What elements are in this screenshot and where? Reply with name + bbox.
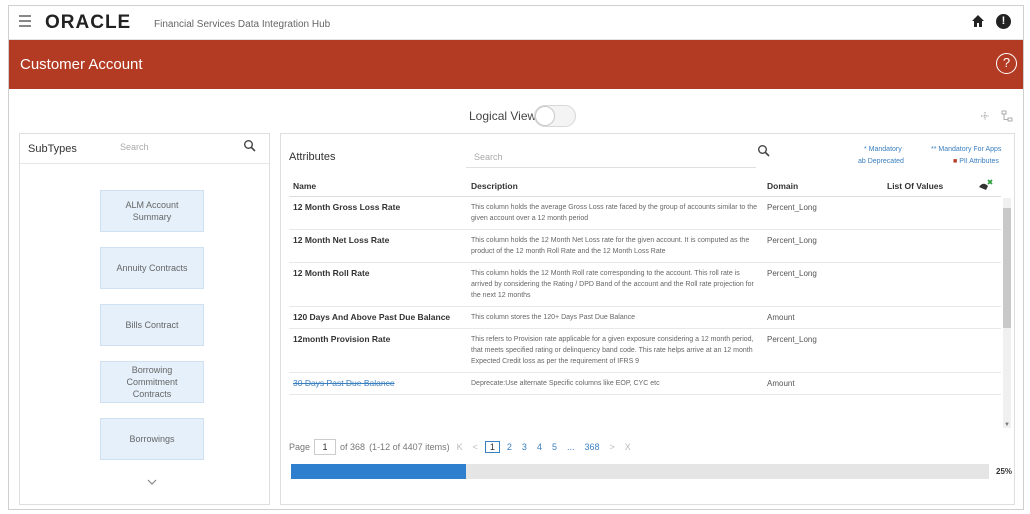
menu-icon[interactable] bbox=[19, 15, 31, 27]
attributes-search-input[interactable]: Search bbox=[466, 146, 756, 168]
search-icon[interactable] bbox=[757, 144, 771, 158]
table-header-row: Name Description Domain List Of Values bbox=[289, 176, 1001, 197]
scroll-down-arrow-icon[interactable]: ▼ bbox=[1003, 422, 1011, 430]
app-window: ORACLE Financial Services Data Integrati… bbox=[8, 5, 1024, 510]
attribute-name: 120 Days And Above Past Due Balance bbox=[289, 306, 467, 329]
attribute-name-deprecated[interactable]: 30 Days Past Due Balance bbox=[289, 372, 467, 395]
page-header: Customer Account ? bbox=[9, 40, 1023, 89]
attribute-lov bbox=[883, 229, 973, 263]
item-range: (1-12 of 4407 items) bbox=[369, 442, 450, 452]
attribute-description: Deprecate:Use alternate Specific columns… bbox=[467, 372, 763, 395]
attribute-description: This column holds the average Gross Loss… bbox=[467, 196, 763, 230]
subtypes-panel: SubTypes Search ALM Account Summary Annu… bbox=[19, 133, 270, 505]
page-link-5[interactable]: 5 bbox=[549, 442, 560, 452]
first-page-button[interactable]: K bbox=[454, 442, 466, 452]
attribute-domain: Amount bbox=[763, 372, 883, 395]
scrollbar-thumb[interactable] bbox=[1003, 208, 1011, 328]
attribute-domain: Amount bbox=[763, 306, 883, 329]
attribute-lov bbox=[883, 372, 973, 395]
pagination: Page 1 of 368 (1-12 of 4407 items) K < 1… bbox=[289, 439, 634, 455]
page-ellipsis: ... bbox=[566, 442, 575, 452]
logical-view-label: Logical View bbox=[469, 109, 537, 123]
attribute-domain: Percent_Long bbox=[763, 196, 883, 230]
attribute-domain: Percent_Long bbox=[763, 229, 883, 263]
attributes-label: Attributes bbox=[289, 151, 336, 163]
subtype-card[interactable]: ALM Account Summary bbox=[100, 190, 204, 232]
progress-fill bbox=[291, 464, 466, 479]
tree-view-icon[interactable] bbox=[1000, 109, 1014, 123]
page-link-4[interactable]: 4 bbox=[534, 442, 545, 452]
table-row[interactable]: 12 Month Roll Rate This column holds the… bbox=[289, 262, 1001, 307]
oracle-logo: ORACLE bbox=[45, 12, 132, 33]
attribute-lov bbox=[883, 262, 973, 307]
table-scrollbar[interactable] bbox=[1003, 198, 1011, 428]
attribute-domain: Percent_Long bbox=[763, 262, 883, 307]
legend-mandatory: * Mandatory bbox=[864, 146, 902, 153]
main-content: Logical View SubTypes Search ALM Account… bbox=[9, 89, 1023, 509]
last-page-button[interactable]: X bbox=[622, 442, 634, 452]
attribute-name: 12 Month Net Loss Rate bbox=[289, 229, 467, 263]
page-title: Customer Account bbox=[20, 56, 143, 73]
product-name: Financial Services Data Integration Hub bbox=[154, 19, 331, 30]
attribute-description: This column holds the 12 Month Roll rate… bbox=[467, 262, 763, 307]
page-link-3[interactable]: 3 bbox=[519, 442, 530, 452]
legend-pii-label: PII Attributes bbox=[959, 158, 999, 165]
prev-page-button[interactable]: < bbox=[470, 442, 481, 452]
page-link-last[interactable]: 368 bbox=[581, 442, 602, 452]
attribute-description: This column holds the 12 Month Net Loss … bbox=[467, 229, 763, 263]
page-number-input[interactable]: 1 bbox=[314, 439, 337, 455]
page-total: of 368 bbox=[340, 442, 366, 452]
info-icon[interactable]: ! bbox=[996, 14, 1011, 29]
legend-mandatory-apps: ** Mandatory For Apps bbox=[931, 146, 1002, 153]
attribute-domain: Percent_Long bbox=[763, 328, 883, 373]
legend-deprecated: ab Deprecated bbox=[858, 158, 904, 165]
attribute-description: This refers to Provision rate applicable… bbox=[467, 328, 763, 373]
top-bar: ORACLE Financial Services Data Integrati… bbox=[9, 6, 1023, 40]
subtype-card[interactable]: Annuity Contracts bbox=[100, 247, 204, 289]
table-row[interactable]: 12 Month Net Loss Rate This column holds… bbox=[289, 229, 1001, 263]
progress-bar bbox=[291, 464, 989, 479]
subtypes-search-input[interactable]: Search bbox=[120, 142, 230, 152]
attribute-lov bbox=[883, 328, 973, 373]
legend-pii: ■ PII Attributes bbox=[953, 158, 999, 165]
lock-icon: ■ bbox=[953, 158, 958, 165]
column-settings-icon[interactable] bbox=[977, 178, 993, 192]
logical-view-toggle[interactable] bbox=[534, 105, 576, 127]
progress-percent: 25% bbox=[996, 467, 1013, 476]
page-link-1[interactable]: 1 bbox=[484, 441, 500, 453]
page-link-2[interactable]: 2 bbox=[504, 442, 515, 452]
table-row[interactable]: 120 Days And Above Past Due Balance This… bbox=[289, 306, 1001, 329]
attribute-lov bbox=[883, 306, 973, 329]
subtype-card[interactable]: Borrowing Commitment Contracts bbox=[100, 361, 204, 403]
attribute-description: This column stores the 120+ Days Past Du… bbox=[467, 306, 763, 329]
attribute-name: 12month Provision Rate bbox=[289, 328, 467, 373]
subtype-card[interactable]: Bills Contract bbox=[100, 304, 204, 346]
help-icon[interactable]: ? bbox=[996, 53, 1017, 74]
table-row[interactable]: 30 Days Past Due Balance Deprecate:Use a… bbox=[289, 372, 1001, 395]
column-header-domain[interactable]: Domain bbox=[763, 176, 883, 197]
subtype-card[interactable]: Borrowings bbox=[100, 418, 204, 460]
toggle-knob bbox=[535, 106, 555, 126]
column-header-list-of-values[interactable]: List Of Values bbox=[883, 176, 973, 197]
column-header-name[interactable]: Name bbox=[289, 176, 467, 197]
next-page-button[interactable]: > bbox=[607, 442, 618, 452]
attribute-name: 12 Month Roll Rate bbox=[289, 262, 467, 307]
search-placeholder: Search bbox=[474, 152, 503, 162]
chevron-down-icon[interactable] bbox=[146, 476, 158, 488]
attributes-panel: Attributes Search * Mandatory ab Depreca… bbox=[280, 133, 1015, 505]
table-row[interactable]: 12month Provision Rate This refers to Pr… bbox=[289, 328, 1001, 373]
subtypes-label: SubTypes bbox=[28, 143, 77, 155]
attribute-lov bbox=[883, 196, 973, 230]
expand-view-icon[interactable] bbox=[978, 109, 992, 123]
page-label: Page bbox=[289, 442, 311, 452]
search-icon[interactable] bbox=[243, 139, 257, 153]
column-header-description[interactable]: Description bbox=[467, 176, 763, 197]
attribute-name: 12 Month Gross Loss Rate bbox=[289, 196, 467, 230]
column-settings[interactable] bbox=[973, 176, 1001, 197]
subtypes-header: SubTypes Search bbox=[20, 134, 269, 164]
table-row[interactable]: 12 Month Gross Loss Rate This column hol… bbox=[289, 196, 1001, 230]
attributes-table: Name Description Domain List Of Values 1… bbox=[289, 176, 1001, 395]
home-icon[interactable] bbox=[971, 14, 985, 28]
